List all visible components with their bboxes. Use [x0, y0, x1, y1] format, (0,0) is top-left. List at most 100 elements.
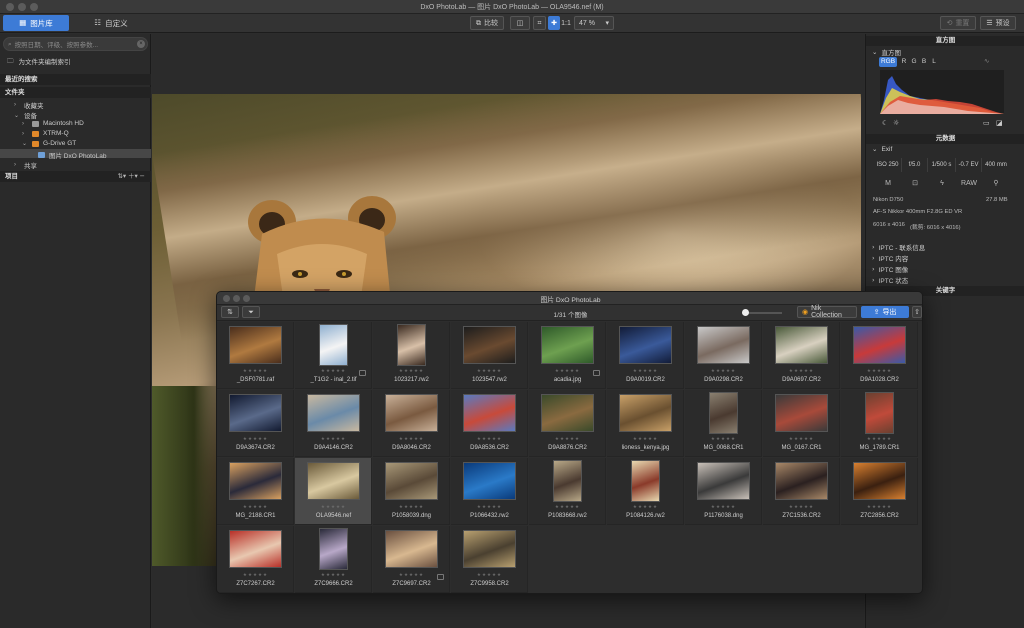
star-rating[interactable]: ★★★★★ — [295, 573, 372, 578]
tab-customize[interactable]: ☷ 自定义 — [78, 15, 144, 31]
compare-button[interactable]: ⧉ 比较 — [470, 16, 504, 30]
star-rating[interactable]: ★★★★★ — [451, 369, 528, 374]
thumbnail-item[interactable]: ★★★★★ Z7C2856.CR2 — [841, 458, 918, 525]
star-rating[interactable]: ★★★★★ — [217, 573, 294, 578]
star-rating[interactable]: ★★★★★ — [763, 505, 840, 510]
thumbnail-item[interactable]: ★★★★★ _DSF0781.raf — [217, 322, 294, 389]
star-rating[interactable]: ★★★★★ — [763, 369, 840, 374]
nik-collection-button[interactable]: ◉ Nik Collection — [797, 305, 857, 319]
star-rating[interactable]: ★★★★★ — [529, 505, 606, 510]
metadata-header[interactable]: 元数据 — [866, 134, 1024, 144]
star-rating[interactable]: ★★★★★ — [529, 437, 606, 442]
proof-toggle[interactable]: ◪ — [996, 120, 1003, 127]
tree-item-xtrm-q[interactable]: › XTRM-Q — [22, 130, 69, 137]
highlight-clipping-toggle[interactable]: ☼ — [893, 120, 899, 127]
add-icon[interactable]: ＋▾ — [128, 173, 138, 180]
thumbnail-item[interactable]: ★★★★★ MG_2188.CR1 — [217, 458, 294, 525]
thumbnail-item[interactable]: ★★★★★ lioness_kenya.jpg — [607, 390, 684, 457]
share-button[interactable]: ⇧ — [912, 306, 922, 318]
thumbnail-item[interactable]: ★★★★★ D9A8046.CR2 — [373, 390, 450, 457]
histogram-section[interactable]: ⌄ 直方图 — [872, 47, 901, 57]
star-rating[interactable]: ★★★★★ — [451, 437, 528, 442]
thumbnail-item[interactable]: ★★★★★ D9A4146.CR2 — [295, 390, 372, 457]
star-rating[interactable]: ★★★★★ — [373, 437, 450, 442]
channel-rgb[interactable]: RGB — [879, 57, 897, 67]
preset-button[interactable]: ☰ 预设 — [980, 16, 1016, 30]
clipping-toggle[interactable]: ∿ — [984, 58, 989, 65]
remove-icon[interactable]: − — [140, 173, 145, 180]
close-icon[interactable]: × — [137, 40, 145, 48]
reset-button[interactable]: ⟲ 重置 — [940, 16, 976, 30]
thumbnail-item[interactable]: ★★★★★ D9A8876.CR2 — [529, 390, 606, 457]
thumbnail-item[interactable]: ★★★★★ 1023217.rw2 — [373, 322, 450, 389]
thumbnail-item[interactable]: ★★★★★ P1083668.rw2 — [529, 458, 606, 525]
export-button[interactable]: ⇪ 导出 — [861, 306, 909, 318]
thumbnail-item[interactable]: ★★★★★ 1023547.rw2 — [451, 322, 528, 389]
thumbnail-item[interactable]: ★★★★★ OLA9546.nef — [295, 458, 372, 525]
star-rating[interactable]: ★★★★★ — [685, 505, 762, 510]
move-tool-button[interactable]: ✚ — [548, 16, 560, 30]
thumbnail-item[interactable]: ★★★★★ Z7C9958.CR2 — [451, 526, 528, 593]
star-rating[interactable]: ★★★★★ — [295, 505, 372, 510]
search-input[interactable]: ⌕ 按照日期、评级、按照参数... × — [3, 37, 148, 51]
crop-tool-button[interactable]: ⌗ — [533, 16, 546, 30]
histogram-header[interactable]: 直方图 — [866, 36, 1024, 46]
thumbnail-item[interactable]: ★★★★★ D9A0019.CR2 — [607, 322, 684, 389]
thumbnail-item[interactable]: ★★★★★ D9A0298.CR2 — [685, 322, 762, 389]
shadow-clipping-toggle[interactable]: ☾ — [882, 120, 888, 127]
star-rating[interactable]: ★★★★★ — [841, 369, 918, 374]
star-rating[interactable]: ★★★★★ — [295, 437, 372, 442]
star-rating[interactable]: ★★★★★ — [685, 437, 762, 442]
thumbnail-item[interactable]: ★★★★★ P1084126.rw2 — [607, 458, 684, 525]
thumbnail-item[interactable]: ★★★★★ _T1G2 - inal_2.tif — [295, 322, 372, 389]
slider-knob[interactable] — [742, 309, 749, 316]
tree-item-macintosh-hd[interactable]: › Macintosh HD — [22, 120, 84, 127]
star-rating[interactable]: ★★★★★ — [607, 437, 684, 442]
star-rating[interactable]: ★★★★★ — [841, 437, 918, 442]
split-view-button[interactable]: ◫ — [510, 16, 530, 30]
thumbnail-item[interactable]: ★★★★★ Z7C7267.CR2 — [217, 526, 294, 593]
index-folder-button[interactable]: 🗀 为文件夹编制索引 — [7, 56, 71, 66]
star-rating[interactable]: ★★★★★ — [685, 369, 762, 374]
sort-icon[interactable]: ⇅▾ — [117, 173, 126, 180]
iptc-contact-section[interactable]: › IPTC - 联系信息 — [872, 242, 925, 252]
thumbnail-item[interactable]: ★★★★★ P1176038.dng — [685, 458, 762, 525]
tree-item-devices[interactable]: ⌄ 设备 — [14, 110, 37, 121]
tree-item-favorites[interactable]: › 收藏夹 — [14, 100, 44, 110]
tree-item-g-drive-gt[interactable]: ⌄ G-Drive GT — [22, 140, 76, 147]
thumbnail-item[interactable]: ★★★★★ D9A1028.CR2 — [841, 322, 918, 389]
star-rating[interactable]: ★★★★★ — [607, 369, 684, 374]
star-rating[interactable]: ★★★★★ — [451, 573, 528, 578]
star-rating[interactable]: ★★★★★ — [763, 437, 840, 442]
thumbnail-item[interactable]: ★★★★★ MG_1789.CR1 — [841, 390, 918, 457]
thumbnail-item[interactable]: ★★★★★ P1066432.rw2 — [451, 458, 528, 525]
channel-r[interactable]: R — [900, 57, 908, 67]
thumbnail-item[interactable]: ★★★★★ acadia.jpg — [529, 322, 606, 389]
thumbnail-item[interactable]: ★★★★★ P1058039.dng — [373, 458, 450, 525]
iptc-content-section[interactable]: › IPTC 内容 — [872, 253, 908, 263]
projects-header[interactable]: 项目 ⇅▾ ＋▾ − — [0, 171, 151, 182]
star-rating[interactable]: ★★★★★ — [217, 437, 294, 442]
thumbnail-item[interactable]: ★★★★★ D9A0697.CR2 — [763, 322, 840, 389]
thumbnail-item[interactable]: ★★★★★ D9A3674.CR2 — [217, 390, 294, 457]
iptc-image-section[interactable]: › IPTC 图像 — [872, 264, 908, 274]
channel-l[interactable]: L — [930, 57, 938, 67]
tab-library[interactable]: ▦ 图片库 — [3, 15, 69, 31]
thumbnail-item[interactable]: ★★★★★ Z7C1536.CR2 — [763, 458, 840, 525]
star-rating[interactable]: ★★★★★ — [451, 505, 528, 510]
thumbnail-item[interactable]: ★★★★★ Z7C9697.CR2 — [373, 526, 450, 593]
ratio-1-1-button[interactable]: 1:1 — [560, 16, 572, 30]
tree-item-shared[interactable]: › 共享 — [14, 160, 37, 170]
display-toggle[interactable]: ▭ — [983, 120, 990, 127]
star-rating[interactable]: ★★★★★ — [217, 505, 294, 510]
star-rating[interactable]: ★★★★★ — [373, 369, 450, 374]
channel-b[interactable]: B — [920, 57, 928, 67]
star-rating[interactable]: ★★★★★ — [841, 505, 918, 510]
recent-search-header[interactable]: 最近的搜索 — [0, 74, 151, 85]
thumbnail-item[interactable]: ★★★★★ D9A8536.CR2 — [451, 390, 528, 457]
thumbnail-item[interactable]: ★★★★★ MG_0167.CR1 — [763, 390, 840, 457]
zoom-select[interactable]: 47 % ▾ — [574, 16, 614, 30]
folders-header[interactable]: 文件夹 — [0, 87, 151, 98]
thumbnail-item[interactable]: ★★★★★ MG_0068.CR1 — [685, 390, 762, 457]
star-rating[interactable]: ★★★★★ — [217, 369, 294, 374]
